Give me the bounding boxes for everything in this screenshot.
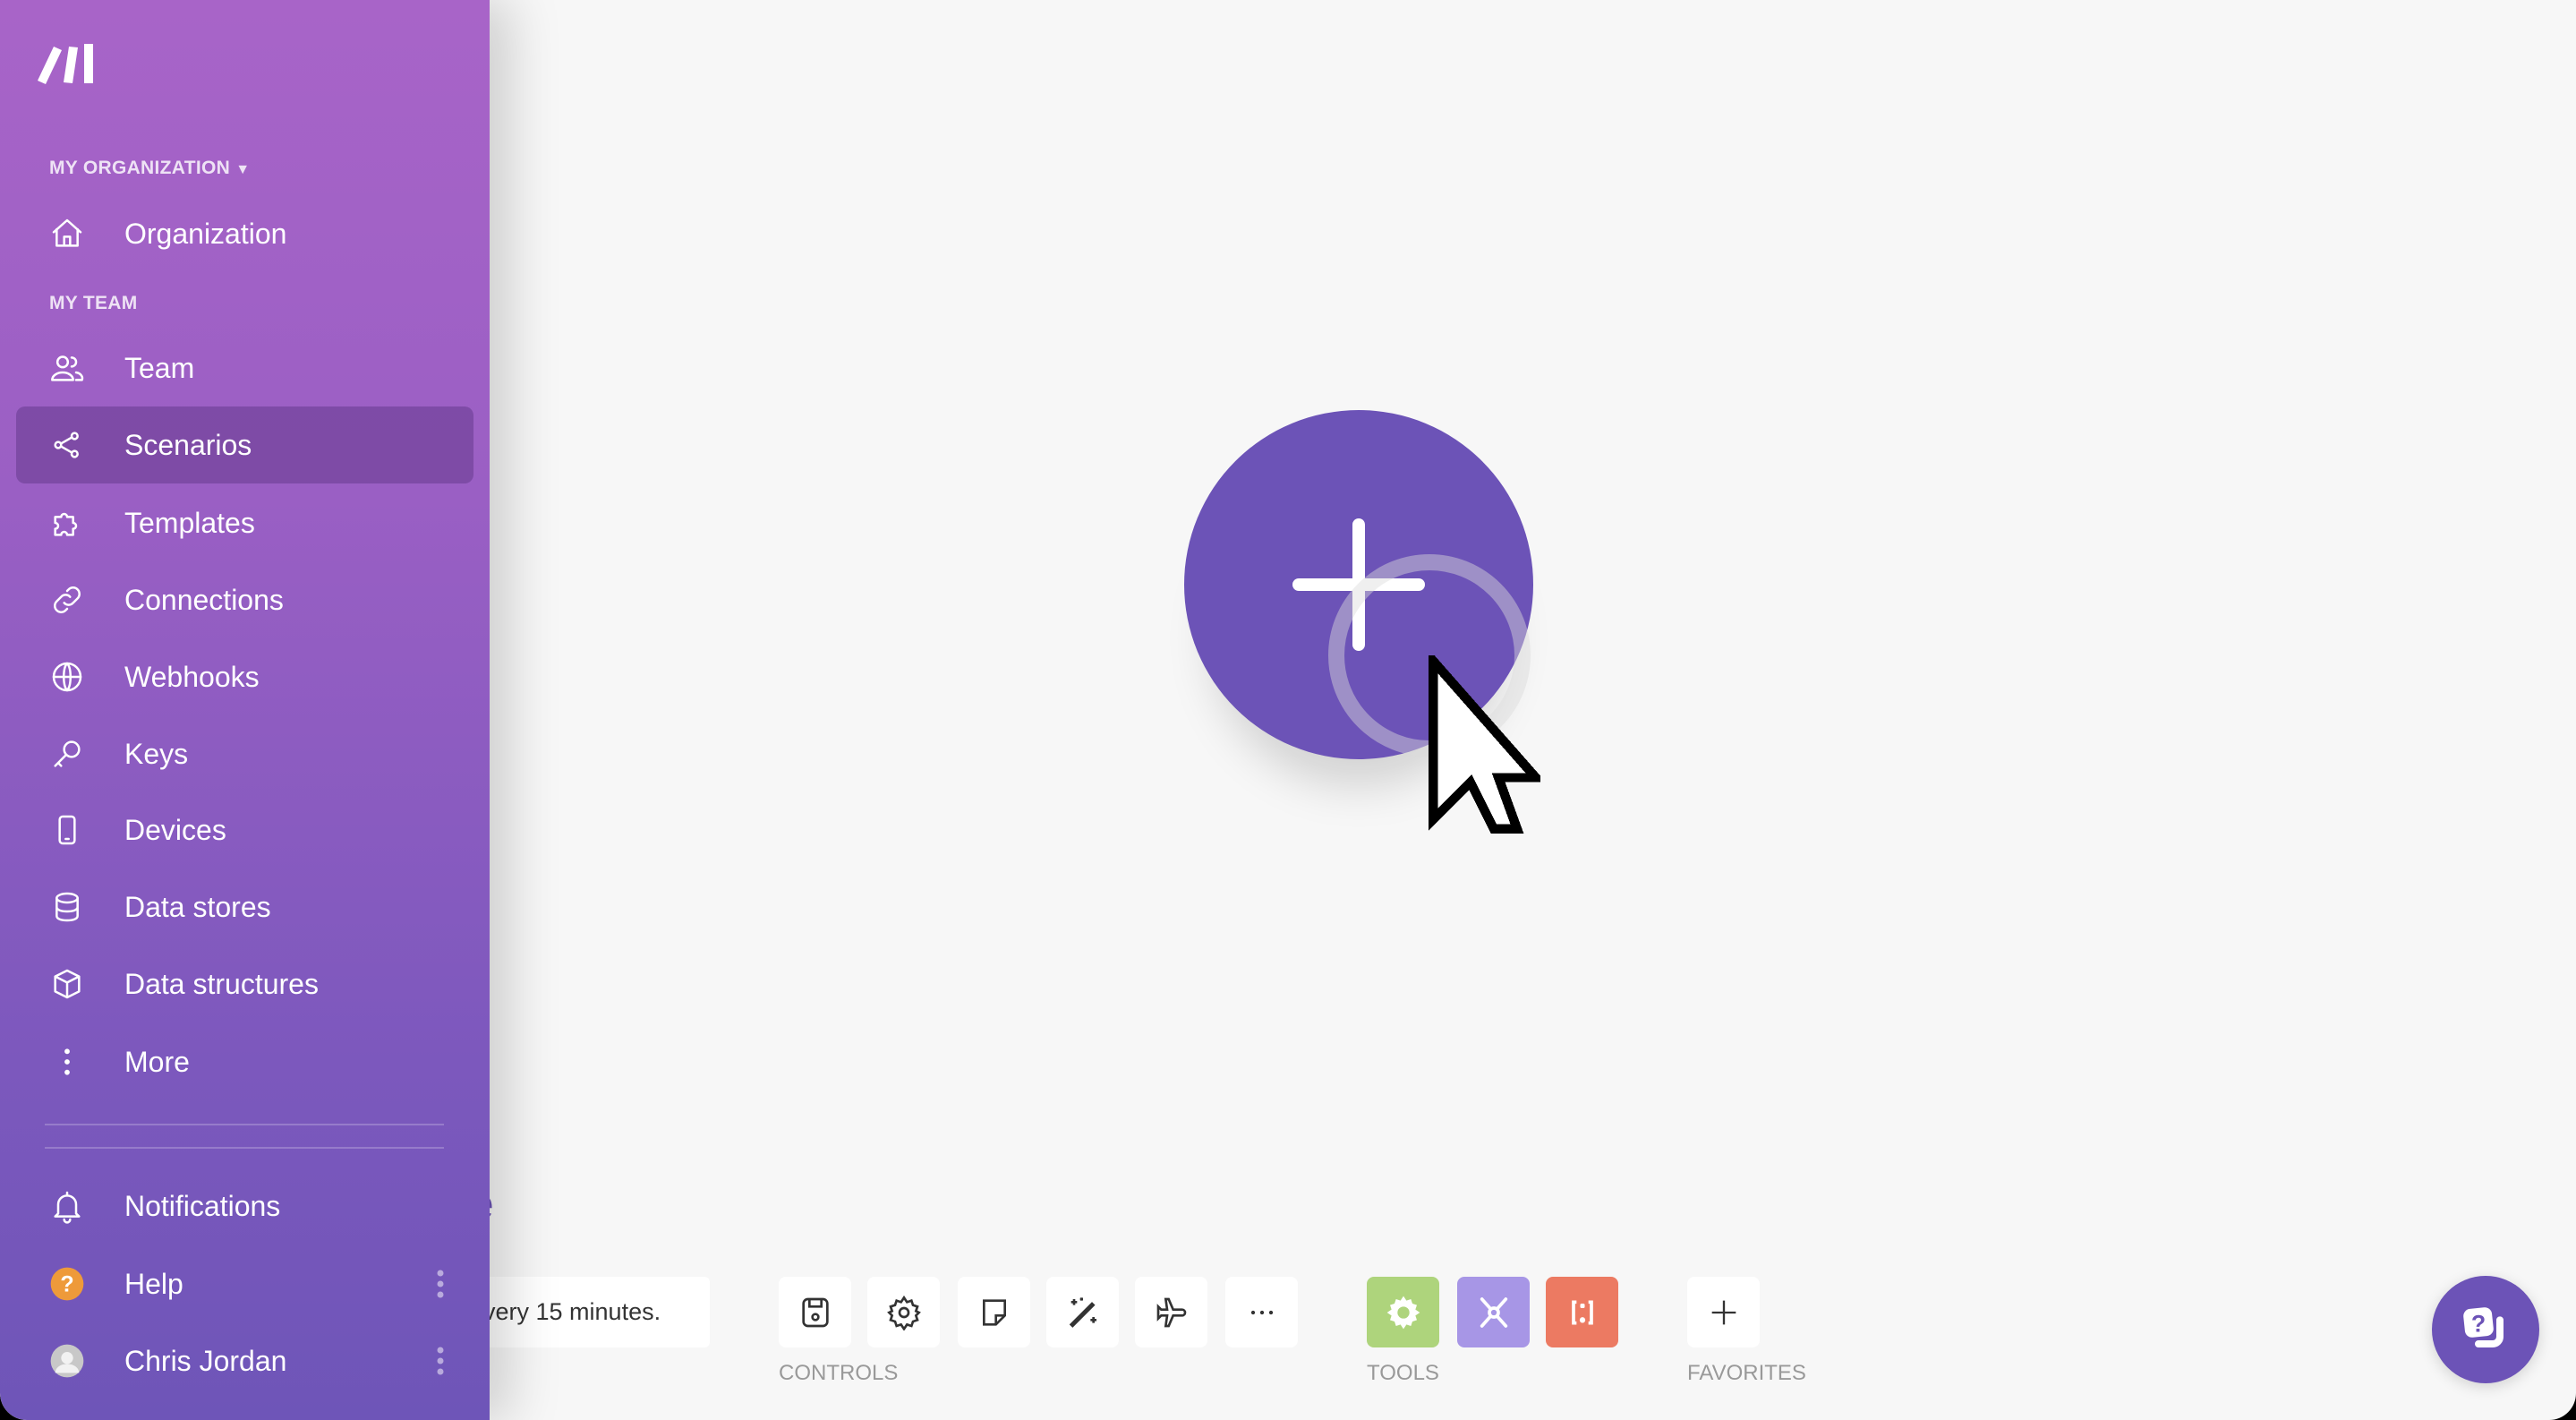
brackets-icon	[1571, 1300, 1593, 1324]
divider	[45, 1147, 444, 1149]
mouse-cursor-icon	[1429, 655, 1540, 834]
make-logo-icon[interactable]	[36, 39, 104, 88]
org-section-dropdown[interactable]: MY ORGANIZATION ▼	[49, 158, 250, 179]
team-section-label: MY TEAM	[49, 293, 138, 313]
save-button[interactable]	[779, 1277, 851, 1347]
airplane-icon	[1156, 1297, 1186, 1327]
sidebar-item-label: Templates	[124, 507, 255, 539]
sidebar-item-label: Chris Jordan	[124, 1345, 287, 1377]
tools-label: TOOLS	[1367, 1361, 1439, 1385]
svg-text:?: ?	[2471, 1311, 2486, 1338]
sidebar: MY ORGANIZATION ▼ MY TEAM Organization Te…	[0, 0, 490, 1420]
more-horizontal-icon	[1250, 1310, 1273, 1314]
sidebar-item-label: Devices	[124, 814, 226, 846]
globe-icon	[52, 662, 82, 692]
sidebar-item-label: Keys	[124, 738, 189, 770]
sidebar-item-organization[interactable]: Organization	[16, 195, 473, 272]
controls-label: CONTROLS	[779, 1361, 899, 1385]
schedule-button[interactable]: very 15 minutes.	[465, 1277, 710, 1347]
sidebar-item-label: Organization	[124, 218, 287, 250]
explain-flow-button[interactable]	[1135, 1277, 1207, 1347]
sidebar-item-label: Help	[124, 1268, 183, 1300]
app-window: e very 15 minutes. CONTROLS TOOLS FAVORI…	[0, 0, 2576, 1420]
sidebar-item-webhooks[interactable]: Webhooks	[16, 638, 473, 715]
auto-align-button[interactable]	[1046, 1277, 1119, 1347]
sidebar-item-label: Data structures	[124, 968, 319, 1000]
settings-button[interactable]	[867, 1277, 940, 1347]
schedule-text: very 15 minutes.	[483, 1298, 661, 1325]
home-icon	[52, 218, 82, 247]
sidebar-item-scenarios[interactable]: Scenarios	[16, 406, 473, 483]
plus-icon	[1711, 1300, 1736, 1324]
help-chat-icon: ?	[2463, 1307, 2503, 1347]
more-options-icon[interactable]	[436, 1269, 445, 1299]
sidebar-item-label: Scenarios	[124, 429, 252, 461]
sidebar-item-data-stores[interactable]: Data stores	[16, 868, 473, 945]
sidebar-item-connections[interactable]: Connections	[16, 561, 473, 638]
notes-button[interactable]	[958, 1277, 1030, 1347]
gear-icon	[886, 1295, 921, 1330]
gear-icon	[1386, 1296, 1420, 1329]
note-icon	[982, 1298, 1006, 1326]
vertical-dots-icon	[64, 1048, 70, 1075]
tool-tools[interactable]	[1457, 1277, 1530, 1347]
sidebar-item-label: Notifications	[124, 1190, 281, 1222]
sidebar-item-chris-jordan[interactable]: Chris Jordan	[16, 1322, 473, 1399]
sidebar-item-data-structures[interactable]: Data structures	[16, 945, 473, 1022]
sidebar-item-label: More	[124, 1046, 190, 1078]
tool-flow-control[interactable]	[1367, 1277, 1439, 1347]
sidebar-item-keys[interactable]: Keys	[16, 715, 473, 792]
tools-icon	[1480, 1296, 1507, 1328]
sidebar-item-label: Data stores	[124, 891, 271, 923]
caret-down-icon: ▼	[235, 162, 251, 177]
cube-icon	[54, 969, 81, 999]
users-icon	[51, 355, 84, 381]
link-icon	[54, 586, 81, 613]
sidebar-item-label: Team	[124, 352, 195, 384]
magic-wand-icon	[1069, 1296, 1096, 1328]
sidebar-item-notifications[interactable]: Notifications	[16, 1168, 473, 1245]
puzzle-icon	[54, 512, 78, 536]
help-chat-button[interactable]: ?	[2432, 1276, 2539, 1383]
sidebar-item-devices[interactable]: Devices	[16, 791, 473, 868]
more-options-icon[interactable]	[436, 1346, 445, 1376]
sidebar-item-more[interactable]: More	[16, 1023, 473, 1100]
avatar	[50, 1344, 84, 1378]
mobile-icon	[58, 815, 76, 845]
bell-icon	[54, 1191, 81, 1224]
sidebar-item-label: Connections	[124, 584, 284, 616]
sidebar-item-templates[interactable]: Templates	[16, 484, 473, 561]
database-icon	[55, 892, 79, 922]
more-controls-button[interactable]	[1225, 1277, 1298, 1347]
svg-text:?: ?	[60, 1271, 73, 1296]
divider	[45, 1124, 444, 1125]
sidebar-item-label: Webhooks	[124, 661, 260, 693]
sidebar-item-help[interactable]: ? Help	[16, 1245, 473, 1322]
favorites-label: FAVORITES	[1687, 1361, 1806, 1385]
share-nodes-icon	[54, 432, 79, 458]
sidebar-item-team[interactable]: Team	[16, 329, 473, 406]
question-circle-icon: ?	[50, 1267, 84, 1301]
key-icon	[54, 740, 81, 767]
save-icon	[801, 1297, 829, 1327]
tool-json[interactable]	[1546, 1277, 1618, 1347]
section-label: MY ORGANIZATION	[49, 158, 231, 178]
add-favorite-button[interactable]	[1687, 1277, 1760, 1347]
